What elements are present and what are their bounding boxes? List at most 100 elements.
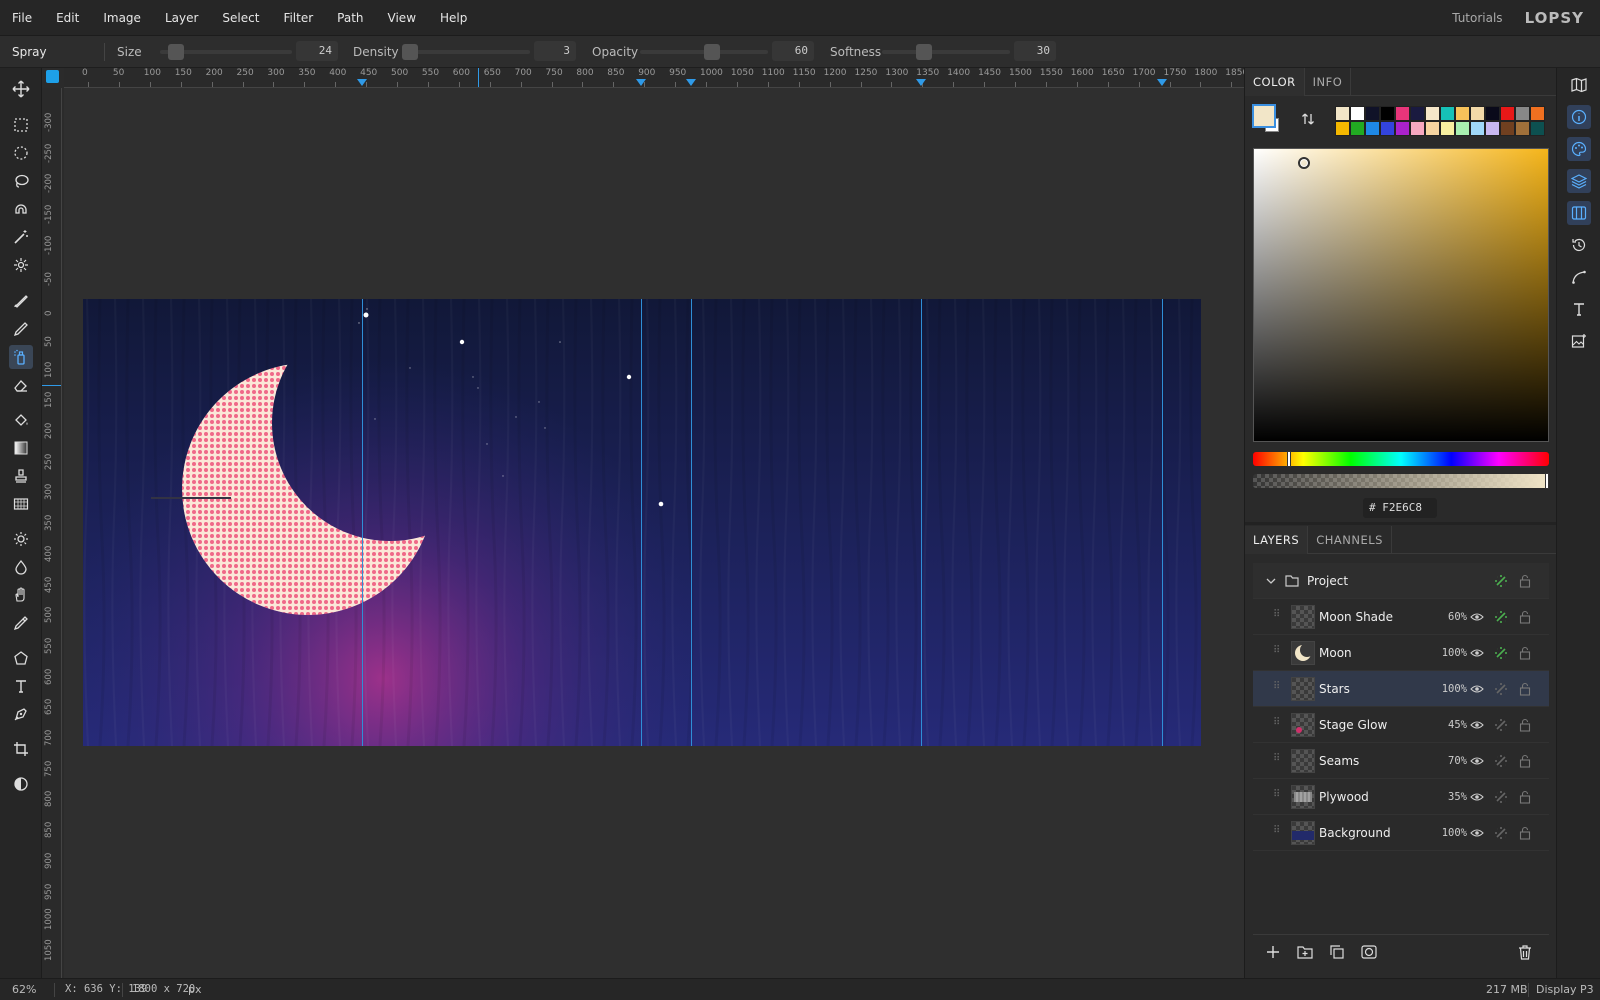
- menu-path[interactable]: Path: [325, 11, 375, 25]
- map-icon[interactable]: [1567, 73, 1591, 97]
- eye-icon[interactable]: [1469, 609, 1485, 625]
- eye-icon[interactable]: [1469, 681, 1485, 697]
- opacity-slider-knob[interactable]: [704, 44, 720, 60]
- opacity-input[interactable]: 60: [772, 41, 814, 61]
- brush-icon[interactable]: [9, 289, 33, 313]
- lock-icon[interactable]: [1517, 825, 1533, 841]
- new-group-icon[interactable]: [1297, 944, 1313, 960]
- hue-slider-handle[interactable]: [1287, 451, 1291, 467]
- text-tool-icon[interactable]: [9, 674, 33, 698]
- menu-view[interactable]: View: [376, 11, 428, 25]
- add-layer-icon[interactable]: [1265, 944, 1281, 960]
- drag-handle-icon[interactable]: ⠿: [1273, 717, 1280, 728]
- history-icon[interactable]: [1567, 233, 1591, 257]
- layer-name[interactable]: Background: [1319, 826, 1391, 840]
- move-tool-icon[interactable]: [9, 77, 33, 101]
- color-swatch[interactable]: [1425, 106, 1440, 121]
- fx-icon[interactable]: [1493, 681, 1509, 697]
- palette-icon[interactable]: [1567, 137, 1591, 161]
- magic-wand-icon[interactable]: [9, 225, 33, 249]
- pencil-icon[interactable]: [9, 317, 33, 341]
- layer-opacity[interactable]: 35%: [1431, 791, 1467, 803]
- eraser-icon[interactable]: [9, 373, 33, 397]
- color-swatch[interactable]: [1395, 121, 1410, 136]
- layer-opacity[interactable]: 100%: [1431, 827, 1467, 839]
- spray-icon[interactable]: [9, 345, 33, 369]
- layer-name[interactable]: Seams: [1319, 754, 1359, 768]
- color-swatch[interactable]: [1410, 106, 1425, 121]
- opacity-slider[interactable]: [640, 44, 768, 60]
- lock-icon[interactable]: [1517, 753, 1533, 769]
- color-swatch[interactable]: [1440, 106, 1455, 121]
- foreground-color-well[interactable]: [1252, 104, 1276, 128]
- lock-icon[interactable]: [1517, 717, 1533, 733]
- guide-marker[interactable]: [357, 79, 367, 86]
- color-swatch[interactable]: [1485, 106, 1500, 121]
- density-slider[interactable]: [402, 44, 530, 60]
- layer-group-row[interactable]: Project: [1253, 563, 1549, 599]
- guide-marker[interactable]: [636, 79, 646, 86]
- drag-handle-icon[interactable]: ⠿: [1273, 645, 1280, 656]
- hex-input[interactable]: # F2E6C8: [1363, 498, 1437, 518]
- color-swatch[interactable]: [1455, 106, 1470, 121]
- eye-icon[interactable]: [1469, 825, 1485, 841]
- guide-line[interactable]: [691, 299, 692, 746]
- swap-colors-icon[interactable]: [1299, 110, 1317, 128]
- ellipse-select-icon[interactable]: [9, 141, 33, 165]
- color-swatch[interactable]: [1350, 121, 1365, 136]
- lock-icon[interactable]: [1517, 789, 1533, 805]
- layer-name[interactable]: Moon Shade: [1319, 610, 1393, 624]
- menu-layer[interactable]: Layer: [153, 11, 210, 25]
- drag-handle-icon[interactable]: ⠿: [1273, 753, 1280, 764]
- clone-stamp-icon[interactable]: [9, 464, 33, 488]
- guide-line[interactable]: [1162, 299, 1163, 746]
- menu-file[interactable]: File: [0, 11, 44, 25]
- color-swatch[interactable]: [1380, 121, 1395, 136]
- color-swatch[interactable]: [1440, 121, 1455, 136]
- size-slider[interactable]: [160, 44, 292, 60]
- layer-opacity[interactable]: 100%: [1431, 647, 1467, 659]
- zoom-level[interactable]: 62%: [12, 983, 36, 996]
- layer-opacity[interactable]: 70%: [1431, 755, 1467, 767]
- layer-row[interactable]: ⠿ Moon Shade 60%: [1253, 599, 1549, 635]
- menu-image[interactable]: Image: [91, 11, 153, 25]
- color-swatch[interactable]: [1335, 106, 1350, 121]
- guide-line[interactable]: [921, 299, 922, 746]
- chevron-down-icon[interactable]: [1265, 575, 1277, 590]
- fx-icon[interactable]: [1493, 789, 1509, 805]
- guide-line[interactable]: [641, 299, 642, 746]
- layer-name[interactable]: Stars: [1319, 682, 1350, 696]
- color-swatch[interactable]: [1335, 121, 1350, 136]
- fx-icon[interactable]: [1493, 825, 1509, 841]
- layer-row[interactable]: ⠿ Background 100%: [1253, 815, 1549, 851]
- lock-icon[interactable]: [1517, 645, 1533, 661]
- drag-handle-icon[interactable]: ⠿: [1273, 681, 1280, 692]
- tutorials-link[interactable]: Tutorials: [1452, 11, 1502, 25]
- lasso-icon[interactable]: [9, 169, 33, 193]
- softness-slider-knob[interactable]: [916, 44, 932, 60]
- saturation-value-picker[interactable]: [1253, 148, 1549, 442]
- guide-marker[interactable]: [916, 79, 926, 86]
- menu-edit[interactable]: Edit: [44, 11, 91, 25]
- ruler-corner[interactable]: [46, 70, 59, 83]
- lock-icon[interactable]: [1517, 609, 1533, 625]
- pattern-icon[interactable]: [9, 492, 33, 516]
- eye-icon[interactable]: [1469, 753, 1485, 769]
- tab-channels[interactable]: CHANNELS: [1308, 526, 1392, 554]
- color-swatch[interactable]: [1470, 121, 1485, 136]
- eye-icon[interactable]: [1469, 645, 1485, 661]
- color-swatch[interactable]: [1395, 106, 1410, 121]
- color-swatch[interactable]: [1515, 106, 1530, 121]
- paths-icon[interactable]: [1567, 265, 1591, 289]
- color-swatch[interactable]: [1365, 106, 1380, 121]
- brightness-icon[interactable]: [9, 527, 33, 551]
- blur-drop-icon[interactable]: [9, 555, 33, 579]
- contrast-icon[interactable]: [9, 772, 33, 796]
- color-swatch[interactable]: [1365, 121, 1380, 136]
- softness-slider[interactable]: [882, 44, 1010, 60]
- layer-name[interactable]: Moon: [1319, 646, 1352, 660]
- gradient-icon[interactable]: [9, 436, 33, 460]
- color-swatch[interactable]: [1455, 121, 1470, 136]
- smudge-hand-icon[interactable]: [9, 583, 33, 607]
- tab-color[interactable]: COLOR: [1245, 68, 1305, 96]
